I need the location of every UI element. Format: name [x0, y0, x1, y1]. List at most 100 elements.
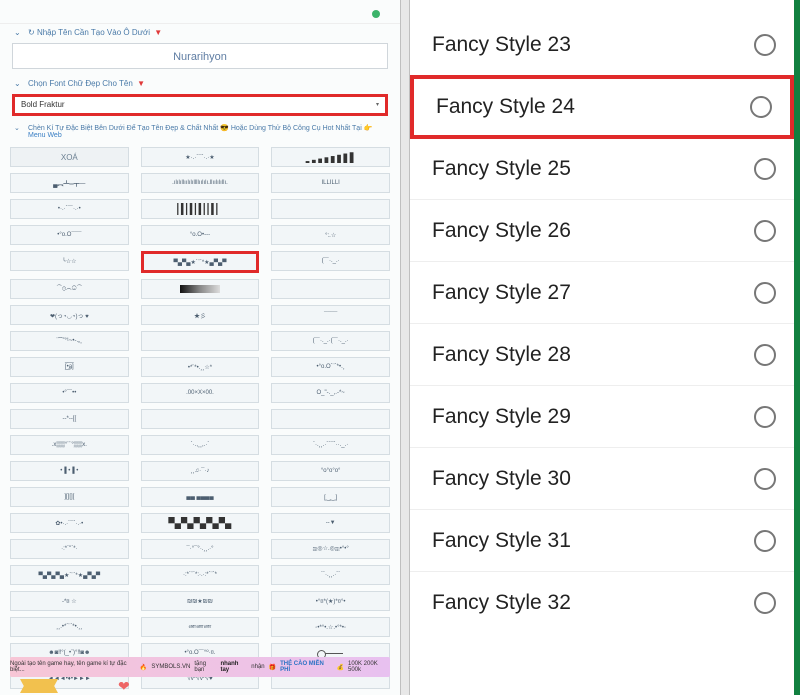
symbol-cell[interactable]: ILLILLI: [271, 173, 390, 193]
symbol-cell[interactable]: [271, 409, 390, 429]
symbol-cell[interactable]: [271, 279, 390, 299]
style-option-label: Fancy Style 30: [432, 467, 571, 491]
symbol-cell[interactable]: .ılılıllıılılıllllıılılı.llıılılıllı.: [141, 173, 260, 193]
symbol-cell[interactable]: .00×X×00.: [141, 383, 260, 403]
style-option[interactable]: Fancy Style 32: [410, 572, 794, 634]
symbol-cell[interactable]: ❤(っ◔◡◔)っ ♥: [10, 305, 129, 325]
style-option-label: Fancy Style 25: [432, 157, 571, 181]
symbol-cell[interactable]: ✿•·.·´¯`·.·•: [10, 513, 129, 533]
symbol-cell[interactable]: ¸¸.•*´¨`*•.¸¸: [10, 617, 129, 637]
symbol-cell[interactable]: (¯`·._.·(¯`·._.·: [271, 331, 390, 351]
symbol-cell[interactable]: ஐ◎☆.◎ஐ•°•°: [271, 539, 390, 559]
symbol-section-label: ⌄ Chèn Kí Tự Đặc Biệt Bên Dưới Để Tạo Tê…: [0, 122, 400, 143]
style-option-label: Fancy Style 29: [432, 405, 571, 429]
symbol-cell[interactable]: ``·.¸¸.·´´: [271, 565, 390, 585]
promo-brand: SYMBOLS.VN: [151, 664, 190, 670]
radio-icon: [754, 220, 776, 242]
symbol-cell[interactable]: .x▒▒°¨¨°▒▒x.: [10, 435, 129, 455]
symbol-cell[interactable]: •·.·´¯`·.·•: [10, 199, 129, 219]
right-panel: Fancy Style 23 Fancy Style 24 Fancy Style …: [410, 0, 800, 695]
symbol-cell[interactable]: [̲̅•̲̅a̲̅]: [10, 357, 129, 377]
symbol-cell[interactable]: ][][][: [10, 487, 129, 507]
symbol-cell-gradient[interactable]: [141, 279, 260, 299]
style-option[interactable]: Fancy Style 29: [410, 386, 794, 448]
section3-mid: Hoặc Dùng Thử Bộ Công Cụ Hot Nhất Tại: [231, 125, 362, 132]
symbol-cell[interactable]: •▐ •▐ •: [10, 461, 129, 481]
secure-dot-icon: [372, 10, 380, 18]
symbol-cell[interactable]: ¨˜ˆ”°¹~•-.„¸: [10, 331, 129, 351]
style-option-label: Fancy Style 24: [436, 95, 575, 119]
radio-icon: [754, 158, 776, 180]
symbol-cell[interactable]: ·:*´¨`*:·.·:*´¨`*: [141, 565, 260, 585]
symbol-cell[interactable]: ╰☆☆: [10, 251, 129, 271]
symbol-cell[interactable]: --*--[[: [10, 409, 129, 429]
radio-icon: [754, 530, 776, 552]
symbol-cell-signal[interactable]: [271, 147, 390, 167]
symbol-cell[interactable]: ¯¯¯¯: [271, 305, 390, 325]
style-option-label: Fancy Style 28: [432, 343, 571, 367]
symbol-cell[interactable]: ¯·°¯°·.¸¸.·°: [141, 539, 260, 559]
symbol-cell[interactable]: --▼: [271, 513, 390, 533]
symbol-cell[interactable]: `·.,¸¸,.·´: [141, 435, 260, 455]
symbol-cell[interactable]: •°¤*(★)*¤°•: [271, 591, 390, 611]
symbol-grid: XOÁ ★·.·´¯`·.·★ ▄︻┻═┳一 .ılılıllıılılılll…: [0, 143, 400, 693]
promo-pre: Ngoài tạo tên game hay, tên game kí tự đ…: [10, 661, 136, 673]
symbol-cell[interactable]: ★·.·´¯`·.·★: [141, 147, 260, 167]
promo-mid: tặng bạn: [194, 661, 216, 673]
style-option[interactable]: Fancy Style 31: [410, 510, 794, 572]
style-option[interactable]: Fancy Style 23: [410, 14, 794, 76]
ribbon-icon: [20, 679, 58, 693]
symbol-cell[interactable]: ணணண: [141, 617, 260, 637]
radio-icon: [754, 344, 776, 366]
chevron-down-icon: ⌄: [14, 79, 21, 88]
symbol-cell[interactable]: ▀▄▀▄▀▄★´¨`*★▄▀▄▀: [10, 565, 129, 585]
symbol-cell[interactable]: O_"-._,.-*~: [271, 383, 390, 403]
symbol-cell[interactable]: •°o.O´¨`*•.¸: [271, 357, 390, 377]
symbol-cell[interactable]: (¯`·._.·: [271, 251, 390, 271]
symbol-cell[interactable]: ▄︻┻═┳一: [10, 173, 129, 193]
symbol-cell[interactable]: °:.☆: [271, 225, 390, 245]
symbol-cell[interactable]: •°o.O¯¯¯: [10, 225, 129, 245]
symbol-cell[interactable]: ★彡: [141, 305, 260, 325]
symbol-cell[interactable]: -*¤ ☆: [10, 591, 129, 611]
symbol-cell[interactable]: ⁀⊙෴☉⁀: [10, 279, 129, 299]
symbol-cell[interactable]: •°¯`••: [10, 383, 129, 403]
menu-web-link[interactable]: Menu Web: [28, 132, 62, 139]
symbol-cell[interactable]: °o.O•---: [141, 225, 260, 245]
name-input[interactable]: Nurarihyon: [12, 43, 388, 69]
style-option[interactable]: Fancy Style 26: [410, 200, 794, 262]
style-option-label: Fancy Style 31: [432, 529, 571, 553]
symbol-cell[interactable]: •*¨*•.¸¸☆*: [141, 357, 260, 377]
symbol-cell[interactable]: °o°o°o°: [271, 461, 390, 481]
promo-banner[interactable]: Ngoài tạo tên game hay, tên game kí tự đ…: [10, 657, 390, 677]
symbol-cell[interactable]: ·:*´"`*·: [10, 539, 129, 559]
style-option[interactable]: Fancy Style 30: [410, 448, 794, 510]
symbol-cell[interactable]: ▄▄ ▄▄▄▄: [141, 487, 260, 507]
symbol-cell[interactable]: ₪₪★₪₪: [141, 591, 260, 611]
symbol-cell[interactable]: [271, 199, 390, 219]
symbol-cell-checker[interactable]: [141, 513, 260, 533]
radio-icon: [750, 96, 772, 118]
font-select-value: Bold Fraktur: [21, 100, 65, 109]
style-option[interactable]: Fancy Style 24: [410, 75, 794, 139]
style-option[interactable]: Fancy Style 25: [410, 138, 794, 200]
symbol-cell[interactable]: [141, 331, 260, 351]
font-select[interactable]: Bold Fraktur ▾: [12, 94, 388, 116]
flag-icon: ▼: [137, 79, 145, 88]
emoji-icon: 😎: [220, 125, 229, 132]
clear-button[interactable]: XOÁ: [10, 147, 129, 167]
symbol-cell-highlighted[interactable]: ▀▄▀▄★´¨`*★▄▀▄▀: [141, 251, 260, 273]
font-section-label: ⌄ Chọn Font Chữ Đẹp Cho Tên ▼: [0, 75, 400, 90]
left-panel: ⌄ ↻ Nhập Tên Cần Tạo Vào Ô Dưới ▼ Nurari…: [0, 0, 400, 695]
radio-icon: [754, 282, 776, 304]
style-option[interactable]: Fancy Style 28: [410, 324, 794, 386]
symbol-cell[interactable]: [‿̲‿]: [271, 487, 390, 507]
symbol-cell[interactable]: ¸¸♫·¯·♪: [141, 461, 260, 481]
promo-card: THẺ CÀO MIỄN PHÍ: [280, 661, 332, 673]
symbol-cell[interactable]: `·.¸¸.·´´¯`··._.·: [271, 435, 390, 455]
style-option[interactable]: Fancy Style 27: [410, 262, 794, 324]
money-icon: 💰: [337, 664, 344, 671]
symbol-cell-barcode[interactable]: [141, 199, 260, 219]
symbol-cell[interactable]: [141, 409, 260, 429]
symbol-cell[interactable]: ◦•*°•.☆.•°*•◦: [271, 617, 390, 637]
